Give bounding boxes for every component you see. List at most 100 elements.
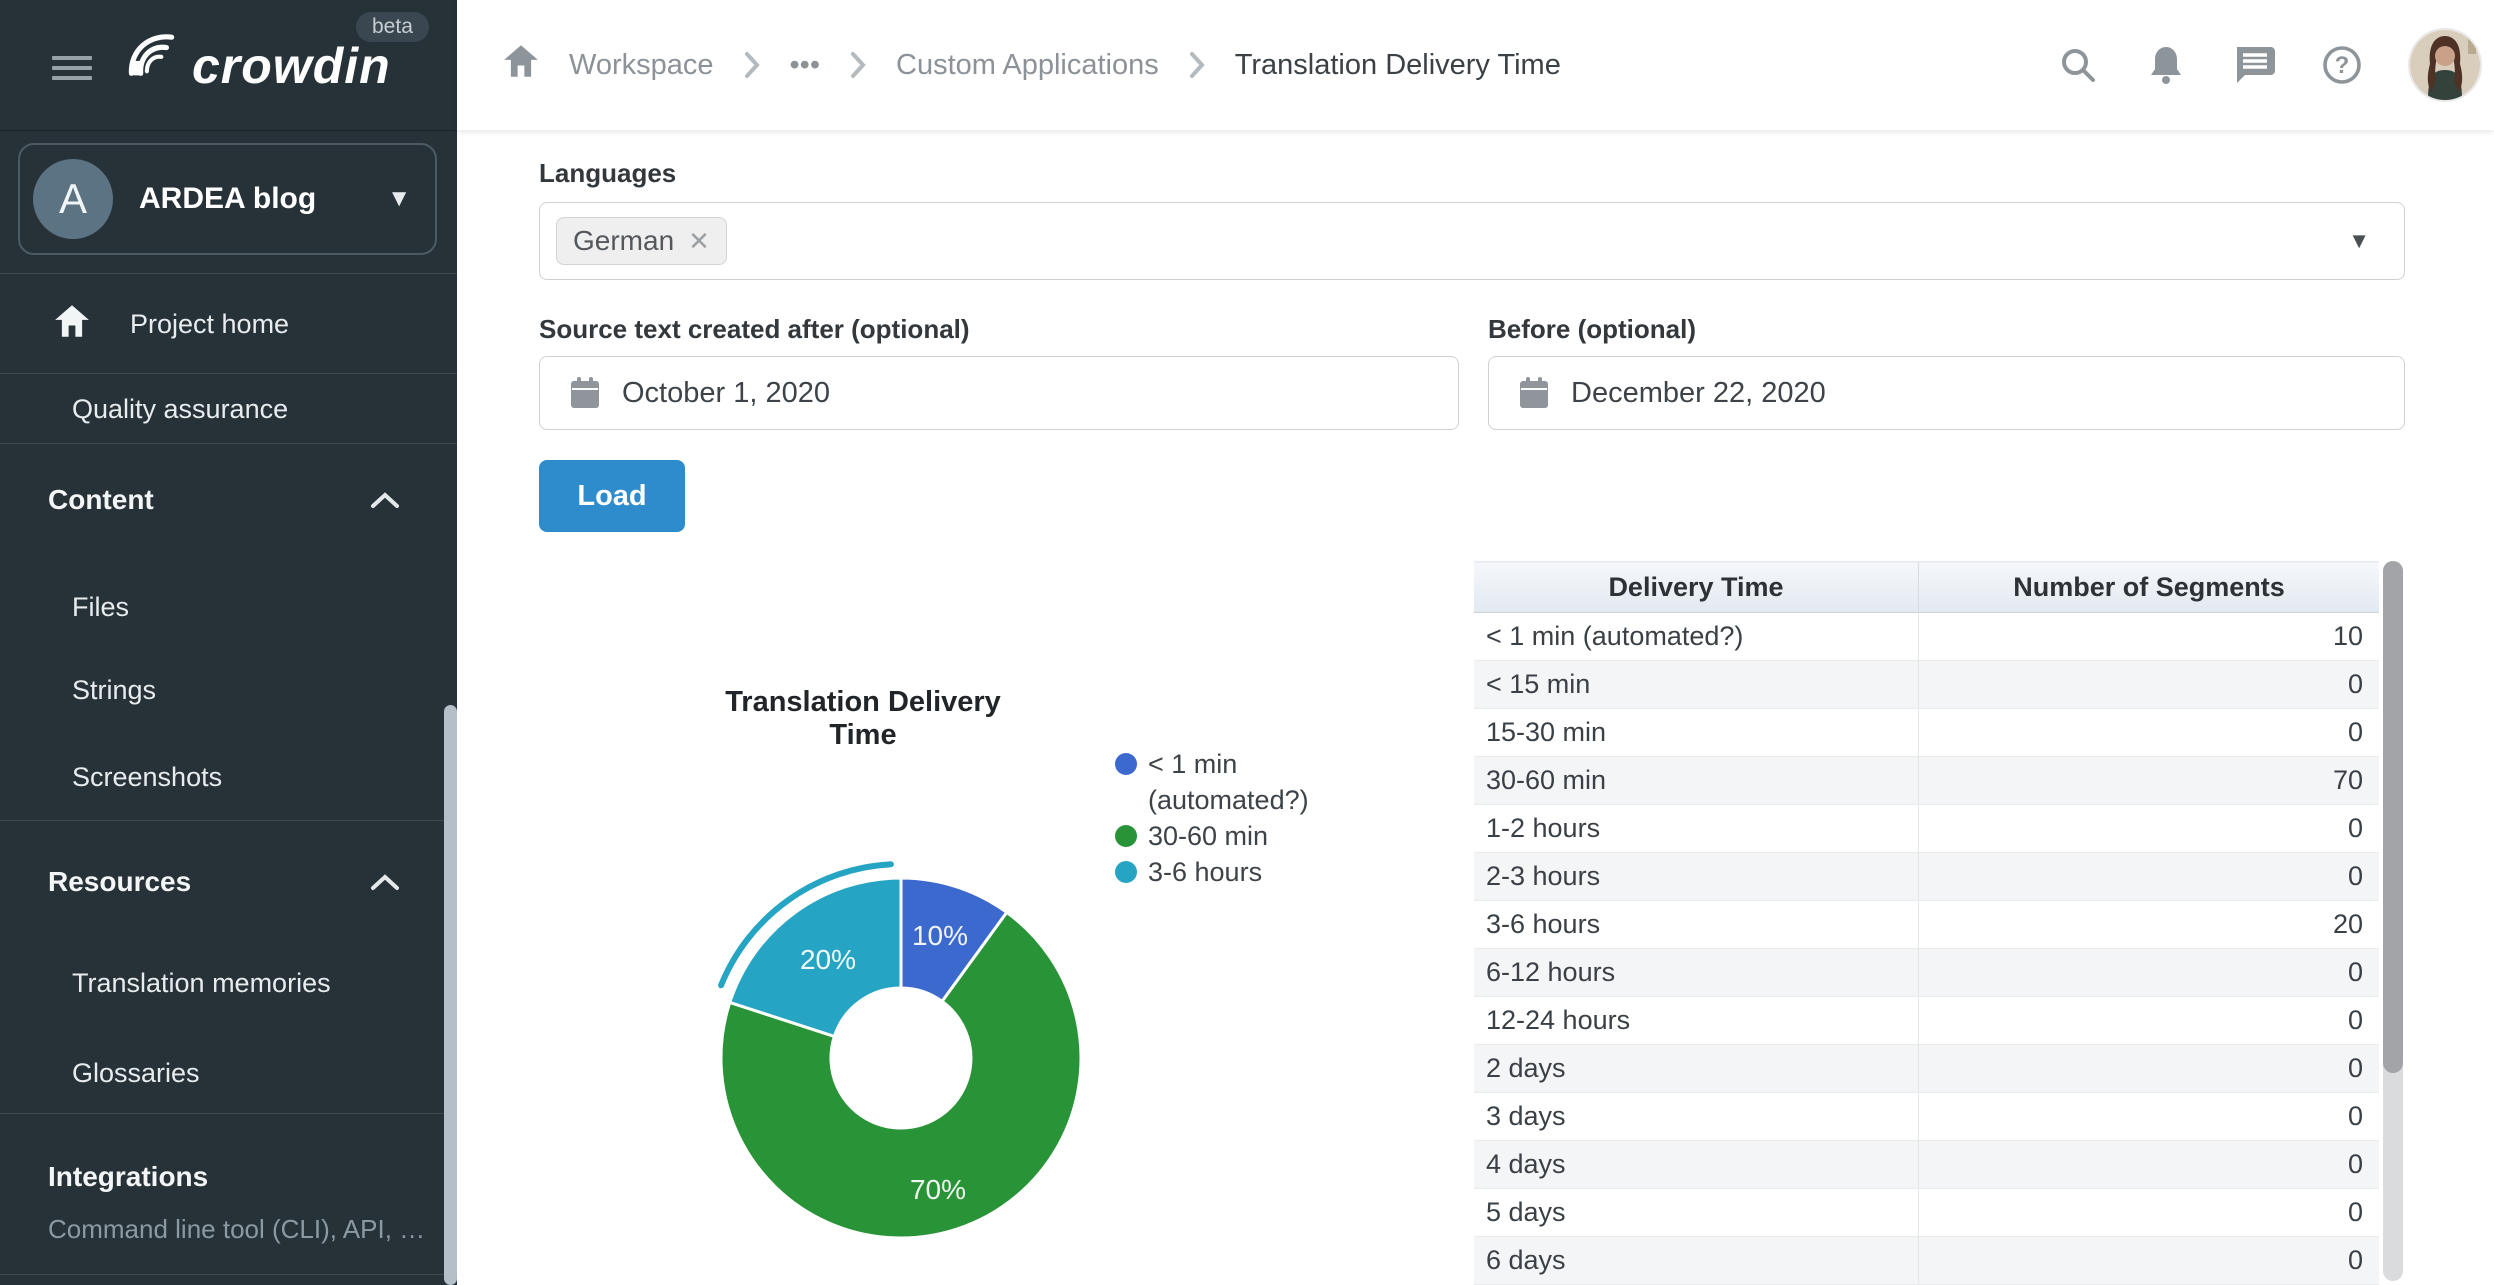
chat-icon[interactable] [2232, 43, 2276, 87]
table-row: < 1 min (automated?)10 [1474, 613, 2379, 661]
language-tag-label: German [573, 225, 674, 257]
legend-entry-3: 3-6 hours [1148, 854, 1262, 890]
crowdin-logo-mark-icon [118, 30, 184, 101]
cell-value: 0 [1919, 997, 2380, 1045]
cell-value: 0 [1919, 1045, 2380, 1093]
table-scrollbar[interactable] [2383, 561, 2403, 1281]
cell-label: 3 days [1474, 1093, 1919, 1141]
after-date-label: Source text created after (optional) [539, 314, 970, 345]
languages-label: Languages [539, 158, 676, 189]
breadcrumb-ellipsis[interactable]: ••• [790, 49, 820, 82]
sidebar-item-translation-memories[interactable]: Translation memories [0, 956, 444, 1010]
divider [0, 820, 457, 821]
cell-value: 0 [1919, 1093, 2380, 1141]
sidebar-item-glossaries[interactable]: Glossaries [0, 1046, 444, 1100]
table-row: 5 days0 [1474, 1189, 2379, 1237]
sidebar-item-strings[interactable]: Strings [0, 663, 444, 717]
table-row: 3-6 hours20 [1474, 901, 2379, 949]
user-avatar[interactable] [2408, 28, 2482, 102]
table-row: 6-12 hours0 [1474, 949, 2379, 997]
table-row: 1-2 hours0 [1474, 805, 2379, 853]
breadcrumb-current: Translation Delivery Time [1235, 49, 1561, 82]
slice-label-70: 70% [910, 1174, 966, 1205]
top-bar: Workspace ••• Custom Applications Transl… [457, 0, 2494, 130]
divider [0, 443, 457, 444]
sidebar-item-project-home[interactable]: Project home [0, 276, 444, 372]
cell-label: 1-2 hours [1474, 805, 1919, 853]
close-icon[interactable]: ✕ [688, 226, 710, 257]
caret-down-icon: ▼ [2348, 228, 2370, 254]
cell-label: 12-24 hours [1474, 997, 1919, 1045]
legend-entry-2: 30-60 min [1148, 818, 1268, 854]
cell-value: 70 [1919, 757, 2380, 805]
after-date-input[interactable]: October 1, 2020 [539, 356, 1459, 430]
sidebar-item-label: Files [72, 592, 129, 623]
cell-label: 6-12 hours [1474, 949, 1919, 997]
languages-select[interactable]: German ✕ ▼ [539, 202, 2405, 280]
sidebar-item-label: Project home [130, 309, 289, 340]
sidebar: crowdin beta A ARDEA blog ▼ Project home… [0, 0, 457, 1285]
svg-text:?: ? [2335, 52, 2350, 79]
home-icon [54, 304, 90, 345]
crowdin-logo[interactable]: crowdin [118, 30, 391, 101]
search-icon[interactable] [2056, 43, 2100, 87]
beta-badge: beta [356, 12, 429, 42]
sidebar-item-files[interactable]: Files [0, 580, 444, 634]
slice-label-20: 20% [800, 944, 856, 975]
cell-value: 0 [1919, 805, 2380, 853]
before-date-input[interactable]: December 22, 2020 [1488, 356, 2405, 430]
cell-value: 0 [1919, 661, 2380, 709]
before-date-label: Before (optional) [1488, 314, 1696, 345]
chevron-right-icon [1189, 51, 1205, 79]
breadcrumb: Workspace ••• Custom Applications Transl… [503, 44, 2056, 86]
bell-icon[interactable] [2144, 43, 2188, 87]
hamburger-menu-icon[interactable] [52, 56, 92, 82]
cell-label: 2-3 hours [1474, 853, 1919, 901]
cell-label: 4 days [1474, 1141, 1919, 1189]
legend-marker-blue [1115, 753, 1137, 775]
language-tag-german: German ✕ [556, 217, 727, 265]
divider [0, 1274, 457, 1275]
sidebar-item-label: Glossaries [72, 1058, 200, 1089]
cell-value: 0 [1919, 709, 2380, 757]
calendar-icon[interactable] [1519, 377, 1549, 409]
slice-label-10: 10% [912, 920, 968, 951]
sidebar-section-resources[interactable]: Resources [0, 850, 444, 914]
divider [0, 1113, 457, 1114]
caret-down-icon: ▼ [387, 185, 411, 213]
sidebar-section-integrations[interactable]: Integrations [0, 1148, 444, 1206]
sidebar-item-screenshots[interactable]: Screenshots [0, 750, 444, 804]
calendar-icon[interactable] [570, 377, 600, 409]
sidebar-item-quality-assurance[interactable]: Quality assurance [0, 375, 444, 443]
divider [0, 373, 457, 374]
workspace-home-icon[interactable] [503, 44, 539, 86]
cell-label: 5 days [1474, 1189, 1919, 1237]
sidebar-scrollbar[interactable] [444, 705, 457, 1285]
cell-value: 20 [1919, 901, 2380, 949]
cell-label: < 15 min [1474, 661, 1919, 709]
cell-value: 0 [1919, 853, 2380, 901]
table-row: 15-30 min0 [1474, 709, 2379, 757]
project-avatar: A [33, 159, 113, 239]
cell-label: 30-60 min [1474, 757, 1919, 805]
table-header-row: Delivery Time Number of Segments [1474, 562, 2379, 613]
breadcrumb-custom-applications[interactable]: Custom Applications [896, 49, 1159, 82]
divider [0, 273, 457, 274]
sidebar-item-label: Translation memories [72, 968, 331, 999]
col-header-delivery-time: Delivery Time [1474, 562, 1919, 613]
breadcrumb-workspace[interactable]: Workspace [569, 49, 714, 82]
sidebar-item-label: Strings [72, 675, 156, 706]
table-row: 3 days0 [1474, 1093, 2379, 1141]
help-icon[interactable]: ? [2320, 43, 2364, 87]
cell-label: 6 days [1474, 1237, 1919, 1285]
crowdin-app: crowdin beta A ARDEA blog ▼ Project home… [0, 0, 2494, 1285]
table-row: 2-3 hours0 [1474, 853, 2379, 901]
cell-label: 2 days [1474, 1045, 1919, 1093]
sidebar-section-content[interactable]: Content [0, 468, 444, 532]
project-selector[interactable]: A ARDEA blog ▼ [18, 143, 437, 255]
table-scrollbar-thumb[interactable] [2383, 561, 2403, 1073]
load-button[interactable]: Load [539, 460, 685, 532]
table-row: 4 days0 [1474, 1141, 2379, 1189]
cell-label: < 1 min (automated?) [1474, 613, 1919, 661]
donut-chart: 10% 20% 70% [671, 828, 1131, 1285]
